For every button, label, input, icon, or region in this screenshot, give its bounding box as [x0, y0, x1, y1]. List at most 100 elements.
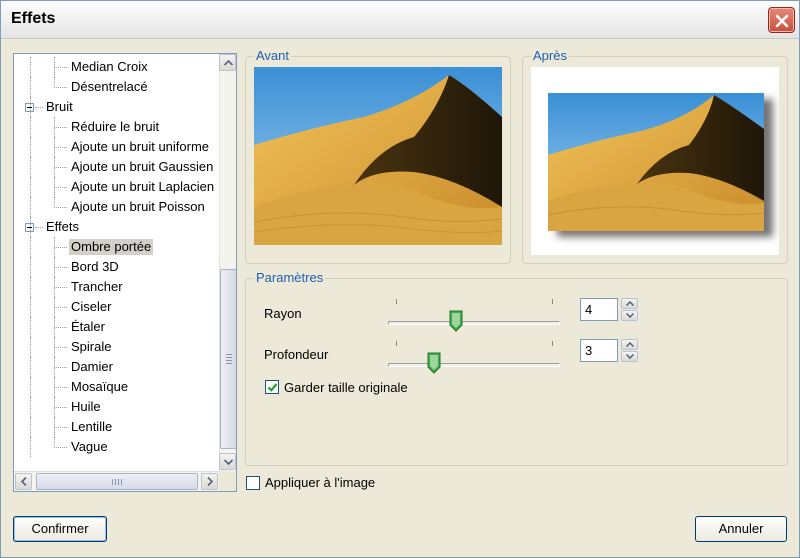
rayon-slider[interactable]: [388, 297, 560, 333]
tree-connector: [54, 377, 55, 397]
keep-size-checkbox[interactable]: [265, 380, 279, 394]
cancel-button[interactable]: Annuler: [695, 516, 787, 542]
arrow-up-icon: [626, 301, 634, 306]
tree-item-label: Bruit: [46, 99, 73, 114]
tree-connector: [30, 417, 31, 437]
tree-item[interactable]: Ajoute un bruit uniforme: [14, 137, 219, 157]
tree-connector: [54, 187, 67, 188]
arrow-up-icon: [224, 60, 233, 66]
tree-connector: [30, 297, 31, 317]
tree-connector: [54, 307, 67, 308]
tree-connector: [54, 147, 67, 148]
scroll-down-button[interactable]: [219, 453, 236, 470]
rayon-slider-thumb[interactable]: [449, 310, 463, 332]
tree-item[interactable]: Ajoute un bruit Laplacien: [14, 177, 219, 197]
tree-item[interactable]: Ajoute un bruit Poisson: [14, 197, 219, 217]
tree-item[interactable]: Ciseler: [14, 297, 219, 317]
tree-connector: [54, 287, 67, 288]
tree-connector: [30, 97, 31, 117]
rayon-tick-min: [396, 299, 397, 304]
tree-connector: [30, 197, 31, 217]
profondeur-value-field[interactable]: 3: [580, 339, 618, 362]
confirm-button[interactable]: Confirmer: [13, 516, 107, 542]
tree-connector: [30, 377, 31, 397]
vertical-scrollbar[interactable]: [219, 54, 236, 471]
before-preview-label: Avant: [254, 48, 292, 63]
scroll-left-button[interactable]: [15, 473, 32, 490]
tree-connector: [30, 177, 31, 197]
tree-item-label: Vague: [71, 439, 108, 454]
tree-item[interactable]: Réduire le bruit: [14, 117, 219, 137]
scroll-up-button[interactable]: [219, 54, 236, 71]
effects-dialog: Effets Median Croix Désentrelacé Bruit Rédu…: [0, 0, 800, 558]
tree-item-label: Ajoute un bruit uniforme: [71, 139, 210, 154]
tree-connector: [54, 157, 55, 177]
rayon-decrement-button[interactable]: [621, 310, 638, 321]
tree-item[interactable]: Ajoute un bruit Gaussien: [14, 157, 219, 177]
rayon-increment-button[interactable]: [621, 298, 638, 309]
parameters-group: Paramètres Rayon 4 Profondeur 3 Garder t…: [245, 270, 788, 466]
tree-connector: [35, 107, 43, 108]
tree-item[interactable]: Ombre portée: [14, 237, 219, 257]
tree-connector: [54, 347, 67, 348]
tree-item[interactable]: Spirale: [14, 337, 219, 357]
tree-item[interactable]: Lentille: [14, 417, 219, 437]
apply-to-image-checkbox[interactable]: [246, 476, 260, 490]
tree-item-label: Ajoute un bruit Poisson: [71, 199, 205, 214]
close-icon: [775, 14, 789, 28]
tree-item-label: Étaler: [71, 319, 105, 334]
tree-item-label: Bord 3D: [71, 259, 119, 274]
tree-connector: [30, 397, 31, 417]
close-button[interactable]: [768, 7, 795, 33]
horizontal-scroll-thumb[interactable]: [36, 473, 198, 490]
tree-connector: [30, 137, 31, 157]
scroll-right-button[interactable]: [201, 473, 218, 490]
after-preview-image: [547, 93, 773, 237]
tree-item[interactable]: Mosaïque: [14, 377, 219, 397]
vertical-scroll-thumb[interactable]: [220, 269, 236, 449]
tree-item[interactable]: Étaler: [14, 317, 219, 337]
tree-connector: [30, 257, 31, 277]
tree-connector: [54, 427, 67, 428]
profondeur-increment-button[interactable]: [621, 339, 638, 350]
tree-group-node[interactable]: Bruit: [14, 97, 219, 117]
profondeur-slider-track: [388, 363, 560, 367]
profondeur-slider-thumb[interactable]: [427, 352, 441, 374]
arrow-down-icon: [224, 459, 233, 465]
tree-item-label: Désentrelacé: [71, 79, 148, 94]
checkmark-icon: [267, 383, 278, 392]
tree-connector: [30, 157, 31, 177]
tree-connector: [30, 57, 31, 77]
tree-group-node[interactable]: Effets: [14, 217, 219, 237]
tree-item[interactable]: Vague: [14, 437, 219, 457]
tree-connector: [54, 177, 55, 197]
tree-connector: [30, 317, 31, 337]
tree-item[interactable]: Bord 3D: [14, 257, 219, 277]
tree-connector: [54, 77, 55, 88]
tree-connector: [54, 207, 67, 208]
tree-item[interactable]: Huile: [14, 397, 219, 417]
tree-item[interactable]: Trancher: [14, 277, 219, 297]
tree-connector: [54, 57, 55, 77]
tree-item[interactable]: Désentrelacé: [14, 77, 219, 97]
arrow-down-icon: [626, 354, 634, 359]
tree-connector: [54, 237, 55, 257]
tree-connector: [30, 217, 31, 237]
tree-connector: [54, 387, 67, 388]
horizontal-scrollbar[interactable]: [14, 471, 219, 491]
tree-connector: [54, 117, 55, 137]
tree-item[interactable]: Damier: [14, 357, 219, 377]
tree-connector: [54, 247, 67, 248]
tree-connector: [54, 297, 55, 317]
tree-connector: [30, 117, 31, 137]
tree-connector: [30, 277, 31, 297]
profondeur-decrement-button[interactable]: [621, 351, 638, 362]
arrow-right-icon: [207, 477, 213, 486]
before-preview-group: Avant: [245, 48, 511, 264]
tree-connector: [54, 397, 55, 417]
tree-item[interactable]: Median Croix: [14, 57, 219, 77]
tree-item-label: Trancher: [71, 279, 123, 294]
profondeur-slider[interactable]: [388, 339, 560, 375]
rayon-value-field[interactable]: 4: [580, 298, 618, 321]
tree-connector: [54, 447, 67, 448]
